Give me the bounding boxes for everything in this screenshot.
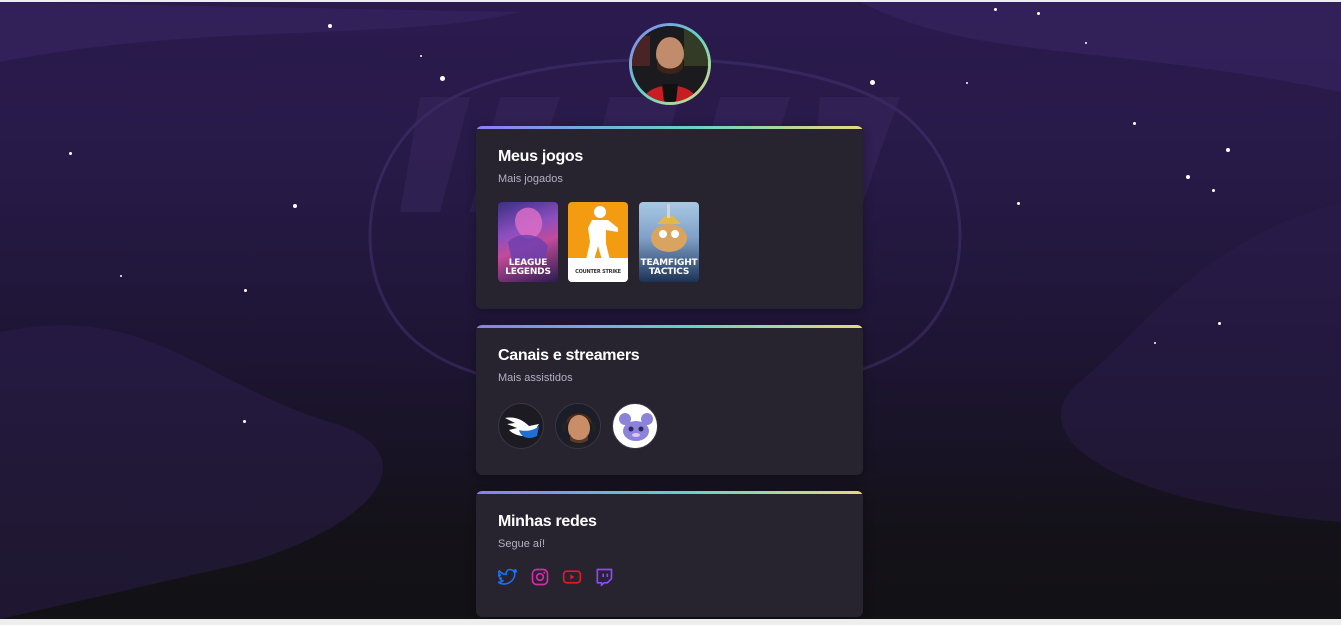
channel-1-wings-logo[interactable] xyxy=(498,403,544,449)
profile-photo xyxy=(632,26,708,102)
star xyxy=(1186,175,1190,179)
star xyxy=(994,8,997,11)
streamers-card: Canais e streamers Mais assistidos xyxy=(476,325,863,475)
star xyxy=(1037,12,1040,15)
socials-card: Minhas redes Segue aí! xyxy=(476,491,863,617)
star xyxy=(420,55,422,57)
game-label: TEAMFIGHT TACTICS xyxy=(640,258,698,277)
socials-card-subtitle: Segue aí! xyxy=(498,538,546,550)
star xyxy=(1212,189,1215,192)
game-teamfight-tactics[interactable]: TEAMFIGHT TACTICS xyxy=(639,202,699,282)
star xyxy=(1154,342,1156,344)
streamers-card-subtitle: Mais assistidos xyxy=(498,372,573,384)
purple-mascot-icon xyxy=(615,406,657,448)
games-card-title: Meus jogos xyxy=(498,148,584,165)
star xyxy=(870,80,875,85)
game-league-of-legends[interactable]: LEAGUE LEGENDS xyxy=(498,202,558,282)
page-background: Meus jogos Mais jogados LEAGUE LEGENDS CO… xyxy=(0,2,1341,619)
streamer-photo-icon xyxy=(556,404,600,448)
youtube-icon[interactable] xyxy=(562,567,582,587)
socials-card-title: Minhas redes xyxy=(498,513,597,530)
games-card-subtitle: Mais jogados xyxy=(498,173,563,185)
person-silhouette-icon xyxy=(632,26,708,102)
channel-3-purple-mascot[interactable] xyxy=(612,403,658,449)
instagram-icon[interactable] xyxy=(530,567,550,587)
wings-logo-icon xyxy=(505,417,539,438)
star xyxy=(1226,148,1230,152)
star xyxy=(69,152,72,155)
star xyxy=(1133,122,1136,125)
star xyxy=(244,289,247,292)
profile-avatar[interactable] xyxy=(629,23,711,105)
twitch-icon[interactable] xyxy=(594,567,614,587)
star xyxy=(293,204,297,208)
streamers-card-title: Canais e streamers xyxy=(498,347,640,364)
star xyxy=(440,76,445,81)
game-label: COUNTER STRIKE xyxy=(575,269,621,275)
star xyxy=(1085,42,1087,44)
star xyxy=(1218,322,1221,325)
star xyxy=(1017,202,1020,205)
star xyxy=(120,275,122,277)
star xyxy=(966,82,968,84)
games-card: Meus jogos Mais jogados LEAGUE LEGENDS CO… xyxy=(476,126,863,309)
game-label: LEAGUE LEGENDS xyxy=(505,258,551,277)
soldier-silhouette-icon xyxy=(586,206,618,260)
star xyxy=(243,420,246,423)
twitter-icon[interactable] xyxy=(498,567,518,587)
star xyxy=(328,24,332,28)
game-counter-strike[interactable]: COUNTER STRIKE xyxy=(568,202,628,282)
channel-2-streamer-photo[interactable] xyxy=(555,403,601,449)
